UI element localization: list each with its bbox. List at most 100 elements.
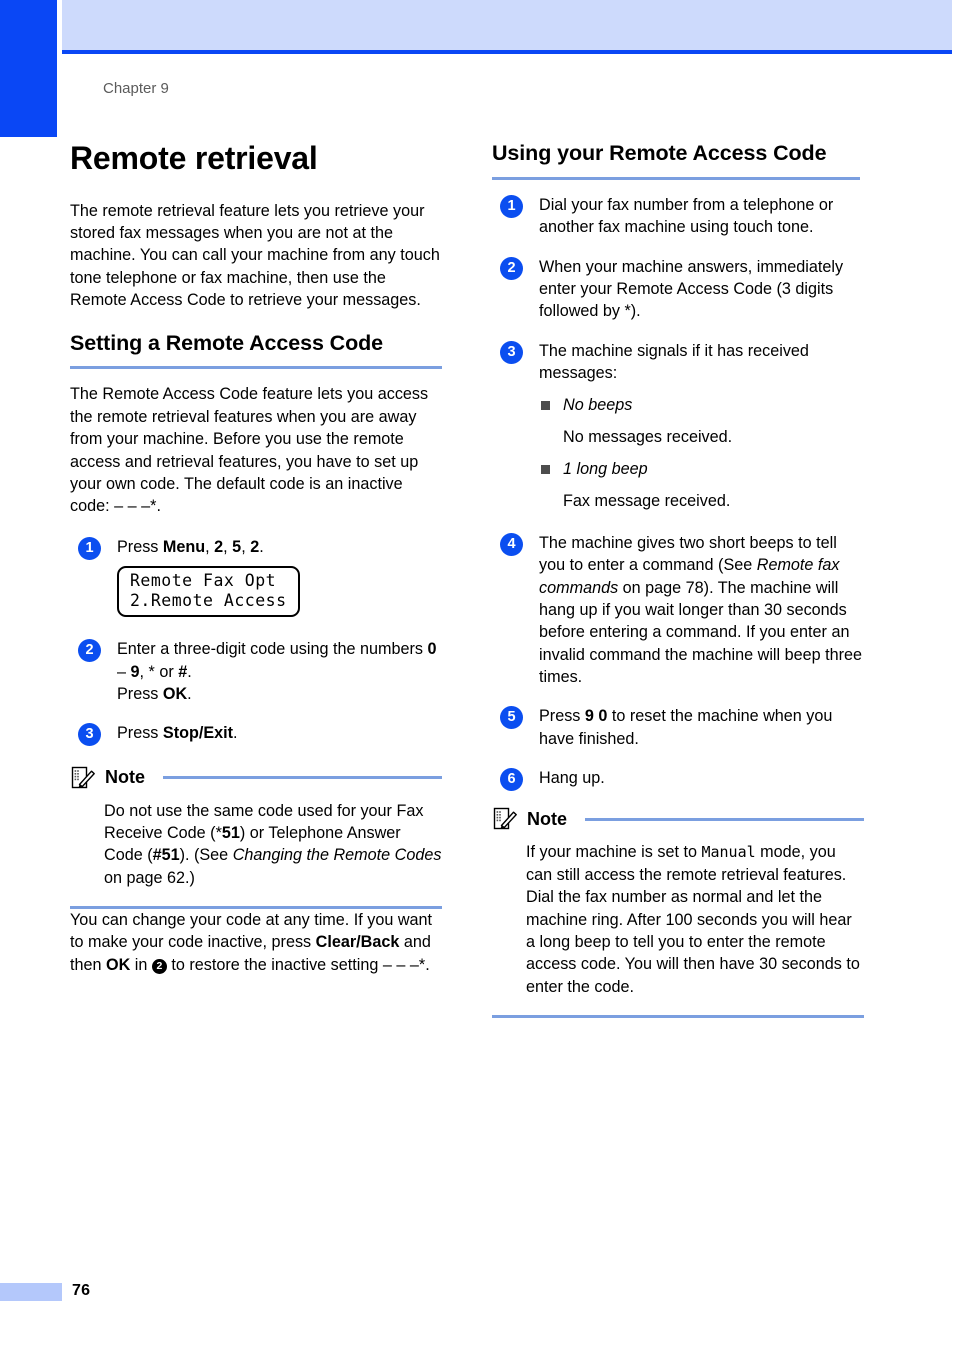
- right-step-3: 3 The machine signals if it has received…: [492, 340, 864, 512]
- key-2b: 2: [250, 537, 260, 556]
- inactive-code-dashes: – – –: [114, 497, 151, 516]
- note-pencil-icon: [70, 765, 96, 791]
- section-intro-period: .: [156, 497, 161, 516]
- right-column: Using your Remote Access Code 1 Dial you…: [492, 140, 864, 1018]
- step-3-text: Press Stop/Exit.: [117, 722, 442, 744]
- step-1-prefix: Press: [117, 537, 163, 556]
- bullet-detail-one-long-beep: Fax message received.: [563, 491, 731, 510]
- step-1-sep-1: ,: [205, 537, 215, 556]
- closing-text-c: in: [130, 955, 152, 974]
- right-step-4-text: The machine gives two short beeps to tel…: [539, 532, 864, 689]
- key-0: 0: [427, 640, 437, 659]
- note-block-right: Note If your machine is set to Manual mo…: [492, 806, 864, 1018]
- step-2-end: .: [187, 684, 192, 703]
- right-step-badge-2: 2: [500, 256, 523, 280]
- right-step-badge-3: 3: [500, 340, 523, 364]
- section-rule-right: [492, 176, 860, 180]
- chapter-label: Chapter 9: [103, 80, 169, 97]
- bullet-no-beeps: No beeps: [539, 394, 864, 416]
- square-bullet-icon-2: [541, 465, 550, 475]
- chapter-thumb-tab: [0, 0, 57, 137]
- section-title-using-code: Using your Remote Access Code: [492, 141, 827, 165]
- closing-period: .: [425, 955, 430, 974]
- closing-code-dashes: – – –: [382, 955, 419, 974]
- closing-paragraph: You can change your code at any time. If…: [70, 909, 442, 976]
- section-rule: [70, 366, 442, 370]
- step-2-comma: ,: [139, 662, 149, 681]
- cross-reference-title: Changing the Remote Codes: [232, 846, 442, 865]
- right-step-2: 2 When your machine answers, immediately…: [492, 256, 864, 323]
- section-intro-paragraph: The Remote Access Code feature lets you …: [70, 383, 442, 517]
- step-1: 1 Press Menu, 2, 5, 2. Remote Fax Opt 2.…: [70, 536, 442, 622]
- key-clear-back: Clear/Back: [315, 933, 400, 952]
- bullet-label-no-beeps: No beeps: [563, 396, 633, 415]
- right-step-badge-1: 1: [500, 194, 523, 218]
- step-2-text-a: Enter a three-digit code using the numbe…: [117, 640, 428, 659]
- right-step-6: 6 Hang up.: [492, 767, 864, 792]
- step-2-dash: –: [117, 662, 131, 681]
- right-step-6-text: Hang up.: [539, 769, 605, 788]
- key-stop-exit: Stop/Exit: [162, 724, 234, 743]
- lcd-line-2: 2.Remote Access: [130, 591, 287, 611]
- step-badge-2: 2: [78, 639, 101, 663]
- key-9: 9: [130, 662, 140, 681]
- closing-text-d: to restore the inactive setting: [166, 955, 383, 974]
- step-3-prefix: Press: [117, 724, 163, 743]
- note-header-rule-left: [163, 776, 442, 780]
- key-hash: #: [178, 662, 188, 681]
- header-band: [62, 0, 952, 50]
- inline-step-badge-2: 2: [151, 958, 167, 974]
- note-header-right: Note: [492, 806, 864, 832]
- step-1-text: Press Menu, 2, 5, 2.: [117, 536, 442, 558]
- step-2-or: or: [154, 662, 179, 681]
- step-badge-3: 3: [78, 723, 101, 747]
- note-right-text-b: mode, you can still access the remote re…: [526, 843, 860, 996]
- step-2-press: Press: [117, 684, 163, 703]
- note-block-left: Note Do not use the same code used for y…: [70, 765, 442, 910]
- lcd-mode-manual: Manual: [701, 843, 756, 862]
- footer-tab: [0, 1283, 62, 1301]
- right-step-5: 5 Press 9 0 to reset the machine when yo…: [492, 705, 864, 750]
- right-step-4: 4 The machine gives two short beeps to t…: [492, 532, 864, 689]
- note-left-text-c: ). (See: [179, 846, 233, 865]
- left-column: Remote retrieval The remote retrieval fe…: [70, 140, 442, 976]
- page-title: Remote retrieval: [70, 140, 318, 176]
- key-ok: OK: [162, 684, 188, 703]
- key-2: 2: [214, 537, 224, 556]
- step-3: 3 Press Stop/Exit.: [70, 722, 442, 747]
- right-step-1: 1 Dial your fax number from a telephone …: [492, 194, 864, 239]
- right-step-badge-4: 4: [500, 532, 523, 556]
- right-step-2-text-a: When your machine answers, immediately e…: [539, 257, 844, 321]
- right-step-3-text: The machine signals if it has received m…: [539, 341, 809, 383]
- step-1-suffix: .: [259, 537, 264, 556]
- section-title-setting-code: Setting a Remote Access Code: [70, 330, 384, 355]
- note-right-text-a: If your machine is set to: [526, 843, 702, 862]
- step-1-sep-3: ,: [241, 537, 251, 556]
- step-2-text: Enter a three-digit code using the numbe…: [117, 638, 442, 705]
- section-intro-text: The Remote Access Code feature lets you …: [70, 385, 429, 516]
- note-title-left: Note: [105, 767, 145, 788]
- bullet-label-one-long-beep: 1 long beep: [563, 460, 648, 479]
- lcd-line-1: Remote Fax Opt: [130, 571, 277, 590]
- page-number: 76: [72, 1282, 91, 1299]
- intro-paragraph: The remote retrieval feature lets you re…: [70, 201, 440, 310]
- key-9-0: 9 0: [584, 707, 608, 726]
- step-badge-1: 1: [78, 536, 101, 560]
- square-bullet-icon: [541, 401, 550, 411]
- note-left-text-d: on page 62.): [104, 868, 195, 887]
- right-step-2-text: When your machine answers, immediately e…: [539, 256, 864, 323]
- step-2-period: .: [187, 662, 192, 681]
- note-header-rule-right: [585, 817, 864, 821]
- key-5: 5: [232, 537, 242, 556]
- key-menu: Menu: [162, 537, 206, 556]
- right-step-5-press: Press: [539, 707, 585, 726]
- note-footer-rule-right: [492, 1015, 864, 1018]
- note-title-right: Note: [527, 808, 567, 829]
- right-step-badge-5: 5: [500, 706, 523, 730]
- key-ok-2: OK: [106, 955, 131, 974]
- right-step-badge-6: 6: [500, 768, 523, 792]
- step-2: 2 Enter a three-digit code using the num…: [70, 638, 442, 705]
- right-step-1-text: Dial your fax number from a telephone or…: [539, 195, 834, 237]
- bullet-one-long-beep: 1 long beep: [539, 458, 864, 480]
- step-3-suffix: .: [233, 724, 238, 743]
